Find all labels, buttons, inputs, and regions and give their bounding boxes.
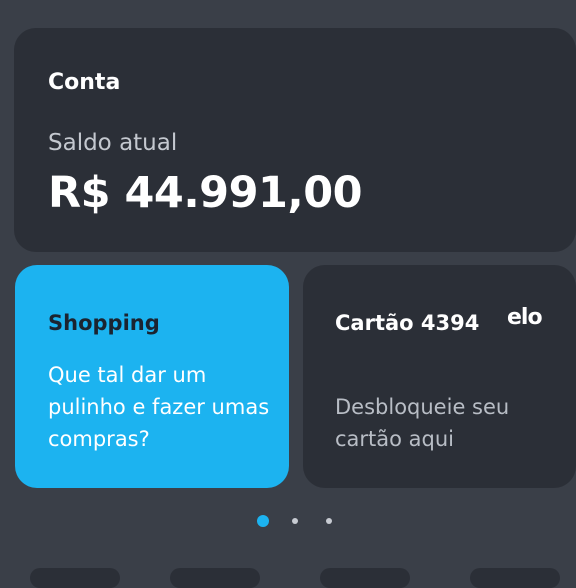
bottom-item-peek (170, 568, 260, 588)
pagination-dot-active[interactable] (257, 515, 269, 527)
shopping-card[interactable]: Shopping Que tal dar um pulinho e fazer … (15, 265, 289, 488)
shopping-text: Que tal dar um pulinho e fazer umas comp… (48, 363, 270, 451)
balance-value: R$ 44.991,00 (48, 168, 363, 218)
bottom-item-peek (320, 568, 410, 588)
account-title: Conta (48, 70, 121, 95)
bottom-item-peek (30, 568, 120, 588)
shopping-title: Shopping (48, 311, 160, 335)
bottom-item-peek (470, 568, 560, 588)
credit-card-card[interactable]: Cartão 4394 elo Desbloqueie seu cartão a… (303, 265, 576, 488)
elo-logo-icon: elo (507, 305, 543, 330)
card-unlock-text: Desbloqueie seu cartão aqui (335, 395, 510, 451)
pagination-dot[interactable] (292, 518, 298, 524)
account-card[interactable]: Conta Saldo atual R$ 44.991,00 (14, 28, 576, 252)
card-title: Cartão 4394 (335, 311, 480, 335)
pagination-dot[interactable] (326, 518, 332, 524)
balance-label: Saldo atual (48, 130, 178, 156)
